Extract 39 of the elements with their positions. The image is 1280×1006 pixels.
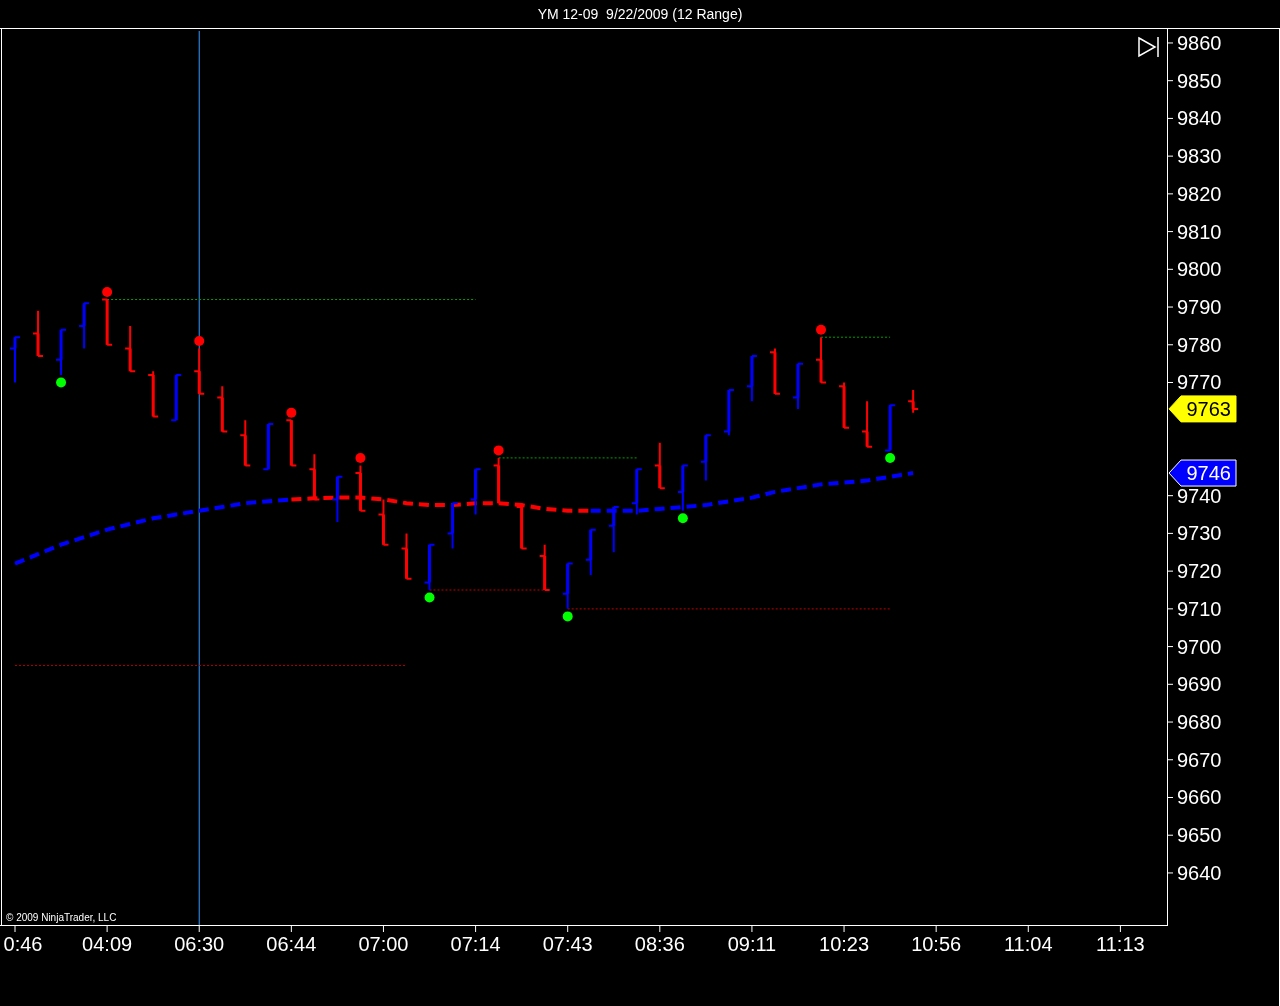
axis-label: 0:46 [3,933,43,955]
axis-label: 9700 [1177,635,1222,658]
price-marker: 9746 [1168,459,1237,487]
axis-label: 9860 [1177,31,1222,54]
axis-label: 9670 [1177,748,1222,771]
axis-label: 11:04 [1004,933,1053,955]
axis-label: 9770 [1177,371,1222,394]
axis-label: 07:14 [450,933,501,955]
axis-label: 9850 [1177,69,1222,92]
copyright-text: © 2009 NinjaTrader, LLC [6,913,117,923]
axis-label: 9820 [1177,182,1222,205]
axis-label: 9690 [1177,673,1222,696]
axis-label: 9800 [1177,258,1222,281]
axis-label: 11:13 [1096,933,1145,955]
axis-label: 9790 [1177,296,1222,319]
axis-label: 9730 [1177,522,1222,545]
axis-label: 9840 [1177,107,1222,130]
axis-label: 9640 [1177,861,1222,884]
window-title: YM 12-09 9/22/2009 (12 Range) [537,4,743,24]
axis-label: 09:11 [727,933,777,955]
axis-label: 9830 [1177,145,1222,168]
axis-label: 9740 [1177,484,1222,507]
price-marker: 9763 [1168,395,1237,423]
axis-label: 06:44 [266,933,317,955]
scroll-to-end-icon[interactable] [1138,36,1159,58]
axis-label: 08:36 [634,933,685,955]
axis-label: 07:00 [358,933,409,955]
axis-label: 07:43 [542,933,593,955]
axis-label: 10:23 [819,933,870,955]
axis-label: 9680 [1177,711,1222,734]
axis-label: 9720 [1177,560,1222,583]
axis-label: 06:30 [174,933,225,955]
axis-label: 9660 [1177,786,1222,809]
axis-label: 9650 [1177,824,1222,847]
axis-label: 9780 [1177,333,1222,356]
axis-label: 9710 [1177,597,1222,620]
axis-label: 04:09 [82,933,133,955]
axis-label: 10:56 [911,933,962,955]
axis-label: 9810 [1177,220,1222,243]
